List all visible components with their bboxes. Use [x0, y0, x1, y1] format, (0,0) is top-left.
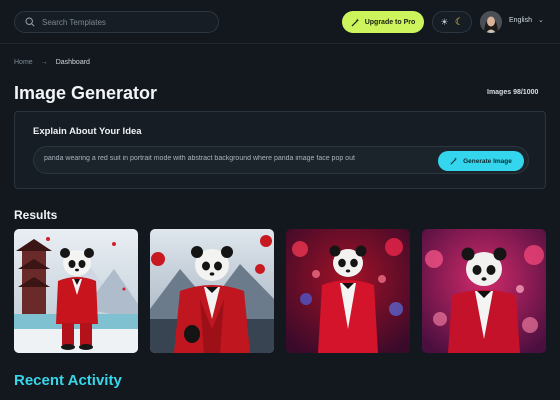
avatar[interactable]: [480, 11, 502, 33]
breadcrumb-home[interactable]: Home: [14, 59, 33, 66]
result-image-2[interactable]: [150, 229, 274, 353]
language-label: English: [509, 16, 532, 24]
prompt-field[interactable]: Generate Image: [33, 146, 529, 174]
language-selector[interactable]: English ⌄: [509, 16, 544, 25]
theme-toggle[interactable]: ☀ ☾: [432, 11, 472, 33]
breadcrumb: Home → Dashboard: [14, 59, 90, 66]
results-heading: Results: [14, 208, 58, 222]
breadcrumb-current: Dashboard: [55, 59, 90, 66]
user-avatar-icon: [480, 11, 502, 33]
result-image-3[interactable]: [286, 229, 410, 353]
page-title: Image Generator: [14, 83, 158, 103]
arrow-right-icon: →: [40, 59, 48, 66]
panda-red-suit-bokeh-image: [286, 229, 410, 353]
generate-image-button[interactable]: Generate Image: [438, 151, 524, 171]
result-image-4[interactable]: [422, 229, 546, 353]
upgrade-button-label: Upgrade to Pro: [364, 18, 416, 26]
search-box[interactable]: [14, 11, 219, 33]
search-icon: [25, 17, 35, 27]
sun-icon[interactable]: ☀: [440, 17, 448, 28]
top-bar: Upgrade to Pro ☀ ☾ English ⌄: [0, 0, 560, 44]
prompt-card-label: Explain About Your Idea: [33, 126, 142, 137]
images-quota: Images 98/1000: [487, 89, 539, 96]
panda-red-suit-pink-bokeh-image: [422, 229, 546, 353]
recent-activity-heading: Recent Activity: [14, 372, 122, 389]
generate-image-label: Generate Image: [463, 157, 512, 165]
magic-wand-icon: [450, 157, 458, 165]
search-input[interactable]: [42, 17, 212, 27]
chevron-down-icon: ⌄: [537, 17, 544, 24]
moon-icon[interactable]: ☾: [455, 17, 464, 28]
upgrade-button[interactable]: Upgrade to Pro: [342, 11, 424, 33]
panda-red-suit-pagoda-image: [14, 229, 138, 353]
prompt-input[interactable]: [44, 155, 434, 162]
magic-wand-icon: [351, 17, 359, 27]
panda-red-suit-mountains-image: [150, 229, 274, 353]
prompt-card: Explain About Your Idea Generate Image: [14, 111, 546, 189]
result-image-1[interactable]: [14, 229, 138, 353]
